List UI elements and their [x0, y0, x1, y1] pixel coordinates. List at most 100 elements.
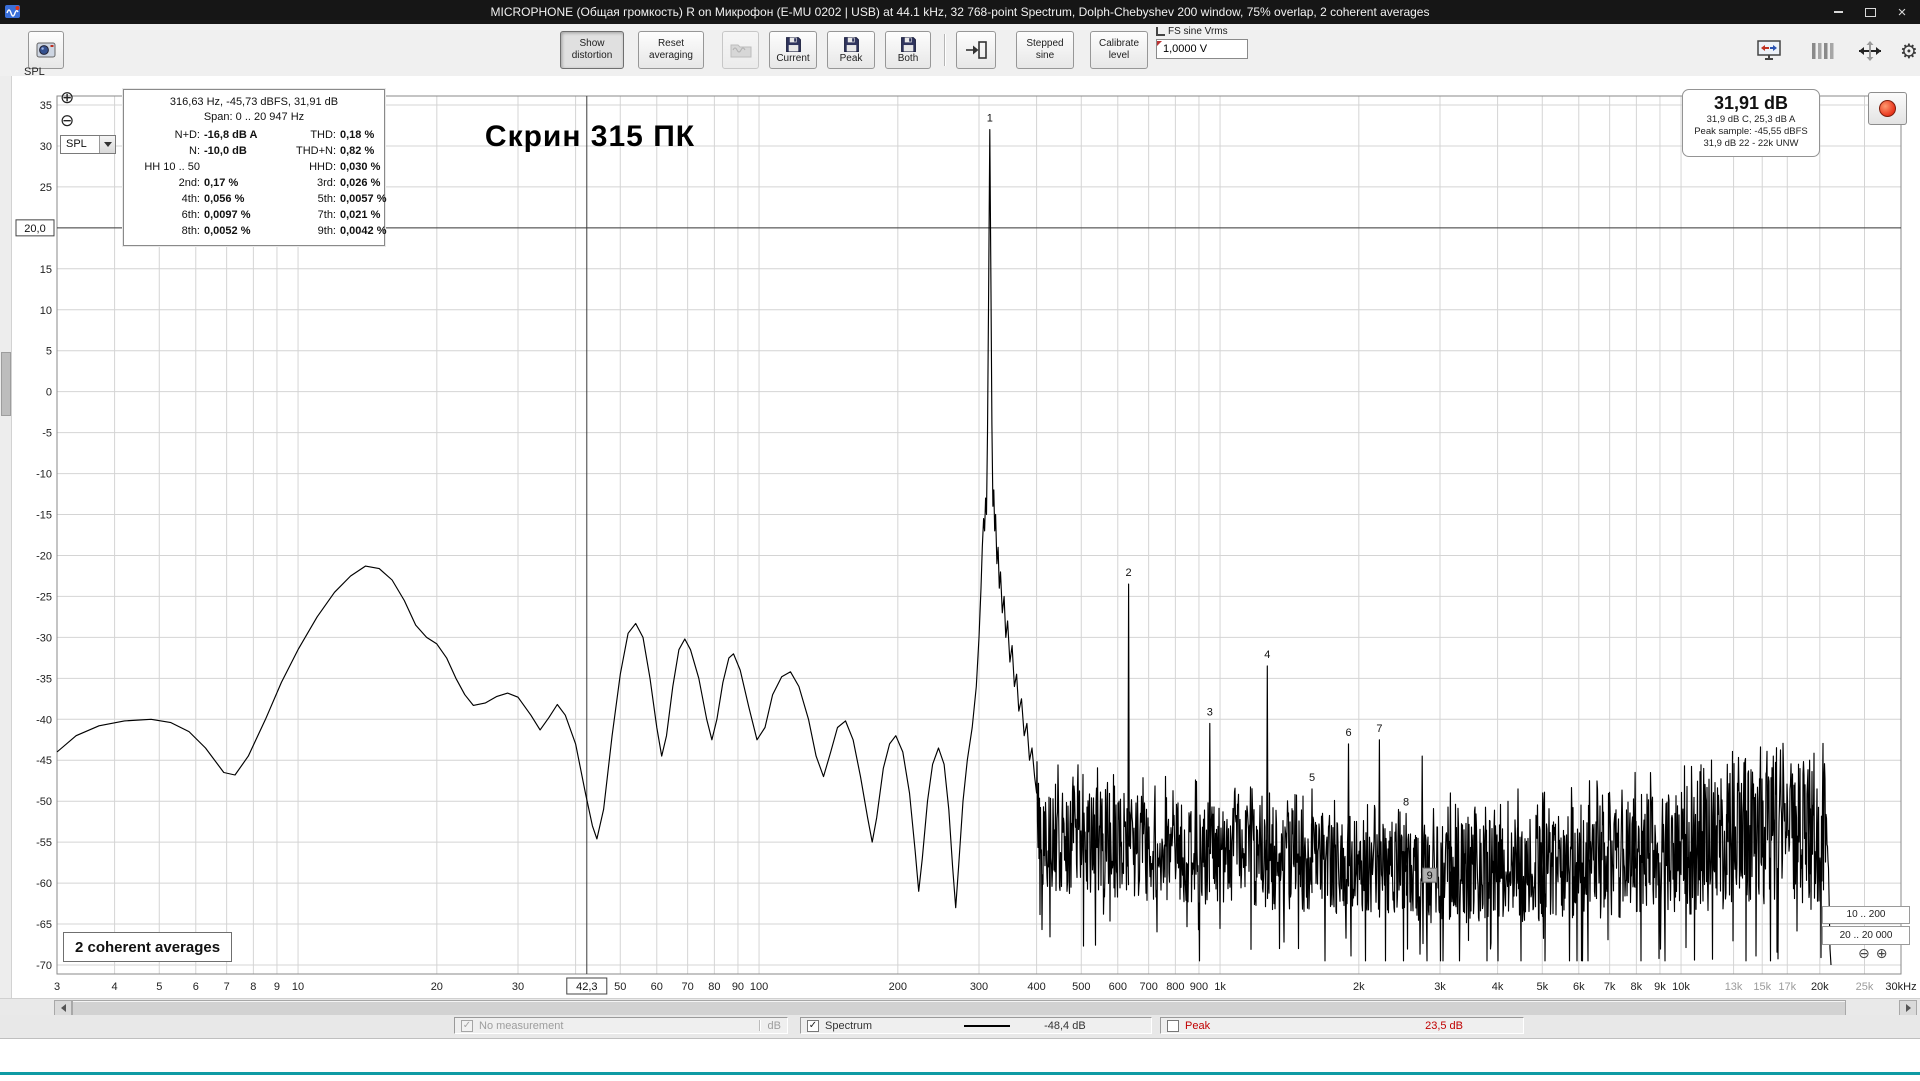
measurement-info-panel: 316,63 Hz, -45,73 dBFS, 31,91 dB Span: 0…	[123, 89, 386, 246]
maximize-button[interactable]	[1856, 3, 1884, 21]
settings-button[interactable]	[1890, 33, 1920, 69]
harmonic-label: 5	[1309, 772, 1315, 784]
open-wav-button[interactable]	[722, 31, 759, 69]
info-value: -10,0 dB	[204, 145, 247, 157]
x-tick-label: 100	[750, 981, 768, 993]
peak-checkbox[interactable]	[1167, 1019, 1179, 1032]
x-zoom-out-button[interactable]: ⊖	[1858, 947, 1870, 961]
info-label: 5th:	[317, 193, 336, 205]
fs-sine-block: FS sine Vrms	[1156, 26, 1256, 59]
harmonic-label: 8	[1403, 796, 1409, 808]
chevron-down-icon	[103, 142, 112, 147]
level-cursor-value: 20,0	[24, 223, 45, 235]
floppy-icon	[843, 36, 859, 52]
x-tick-label: 8	[250, 981, 256, 993]
save-peak-button[interactable]: Peak	[827, 31, 875, 69]
range-preset-20-20000-button[interactable]: 20 .. 20 000	[1822, 926, 1910, 945]
arrow-left-icon	[60, 1004, 66, 1012]
range-preset-10-200-button[interactable]: 10 .. 200	[1822, 906, 1910, 924]
info-value: 0,030 %	[340, 161, 381, 173]
info-label: 2nd:	[178, 177, 200, 189]
span-readout: Span: 0 .. 20 947 Hz	[203, 111, 305, 123]
fs-sine-label: FS sine Vrms	[1168, 26, 1228, 37]
vertical-scrollbar[interactable]	[0, 76, 12, 998]
reset-averaging-button[interactable]: Reset averaging	[638, 31, 704, 69]
pan-arrows-icon	[1859, 41, 1881, 61]
generator-button[interactable]	[956, 31, 996, 69]
peak-label: Peak	[1185, 1019, 1211, 1032]
y-tick-label: -20	[36, 550, 52, 562]
calibrate-level-label: Calibrate level	[1098, 38, 1140, 61]
y-tick-label: 30	[40, 141, 52, 153]
vertical-bars-icon	[1812, 43, 1834, 59]
y-tick-label: -30	[36, 632, 52, 644]
display-settings-button[interactable]	[1750, 33, 1788, 69]
x-tick-label: 6	[193, 981, 199, 993]
y-axis-unit-label: SPL	[24, 66, 45, 78]
level-bars-button[interactable]	[1804, 33, 1842, 69]
x-tick-label: 20k	[1811, 981, 1829, 993]
scroll-right-button[interactable]	[1899, 1000, 1917, 1016]
capture-device-button[interactable]	[28, 31, 64, 69]
peak-sample-value: Peak sample: -45,55 dBFS	[1694, 126, 1808, 137]
x-tick-label: 2k	[1353, 981, 1365, 993]
minimize-button[interactable]	[1824, 3, 1852, 21]
zoom-out-button[interactable]	[60, 112, 74, 130]
x-tick-label: 400	[1027, 981, 1045, 993]
info-value: 0,17 %	[204, 177, 239, 189]
calibrate-level-button[interactable]: Calibrate level	[1090, 31, 1148, 69]
stepped-sine-button[interactable]: Stepped sine	[1016, 31, 1074, 69]
info-label: HH 10 .. 50	[144, 161, 200, 173]
info-value: 0,18 %	[340, 129, 375, 141]
x-tick-label: 9k	[1654, 981, 1666, 993]
info-label: 4th:	[181, 193, 200, 205]
no-measurement-checkbox[interactable]	[461, 1019, 473, 1032]
scroll-left-button[interactable]	[54, 1000, 72, 1016]
dropdown-button[interactable]	[99, 136, 115, 153]
x-tick-label: 4k	[1492, 981, 1504, 993]
x-tick-label: 5	[156, 981, 162, 993]
horizontal-scrollbar[interactable]	[0, 998, 1920, 1016]
y-tick-label: 25	[40, 182, 52, 194]
status-bar: No measurement dB Spectrum -48,4 dB Peak…	[0, 1015, 1920, 1038]
stepped-sine-label: Stepped sine	[1026, 38, 1064, 61]
background-window-edge	[0, 1072, 1920, 1075]
x-tick-label: 4	[112, 981, 118, 993]
record-button[interactable]	[1868, 92, 1907, 125]
level-bandwidth-value: 31,9 dB 22 - 22k UNW	[1703, 138, 1799, 149]
level-big-value: 31,91 dB	[1713, 93, 1789, 113]
axis-corner-icon	[1156, 27, 1165, 36]
harmonic-label: 3	[1207, 706, 1213, 718]
vertical-scrollbar-thumb[interactable]	[1, 352, 11, 416]
y-axis-mode-dropdown[interactable]: SPL	[60, 135, 116, 154]
peak-trace-section: Peak 23,5 dB	[1160, 1017, 1524, 1034]
fs-sine-input[interactable]	[1156, 39, 1248, 59]
x-tick-label: 15k	[1753, 981, 1771, 993]
x-tick-label: 90	[732, 981, 744, 993]
spectrum-trace-section: Spectrum -48,4 dB	[800, 1017, 1152, 1034]
horizontal-scrollbar-thumb[interactable]	[72, 1000, 1846, 1016]
harmonic-label: 4	[1264, 649, 1270, 661]
show-distortion-button[interactable]: Show distortion	[560, 31, 624, 69]
spectrum-trace	[56, 129, 1832, 966]
x-tick-label: 10k	[1672, 981, 1690, 993]
spectrum-checkbox[interactable]	[807, 1019, 819, 1032]
x-tick-label: 700	[1139, 981, 1157, 993]
pan-zoom-button[interactable]	[1851, 33, 1889, 69]
info-label: 3rd:	[317, 177, 336, 189]
x-tick-label: 5k	[1536, 981, 1548, 993]
reset-averaging-label: Reset averaging	[649, 38, 693, 61]
save-current-button[interactable]: Current	[769, 31, 817, 69]
zoom-in-button[interactable]	[60, 89, 74, 107]
no-measurement-label: No measurement	[479, 1019, 564, 1032]
save-both-button[interactable]: Both	[885, 31, 931, 69]
y-tick-label: 10	[40, 305, 52, 317]
x-tick-label: 600	[1109, 981, 1127, 993]
x-tick-label: 500	[1072, 981, 1090, 993]
x-tick-label: 30kHz	[1885, 981, 1916, 993]
harmonic-label: 9	[1427, 870, 1433, 882]
x-zoom-in-button[interactable]: ⊕	[1876, 947, 1888, 961]
db-unit-label: dB	[767, 1019, 781, 1032]
spectrum-color-swatch[interactable]	[964, 1024, 1011, 1027]
close-button[interactable]	[1888, 3, 1916, 21]
